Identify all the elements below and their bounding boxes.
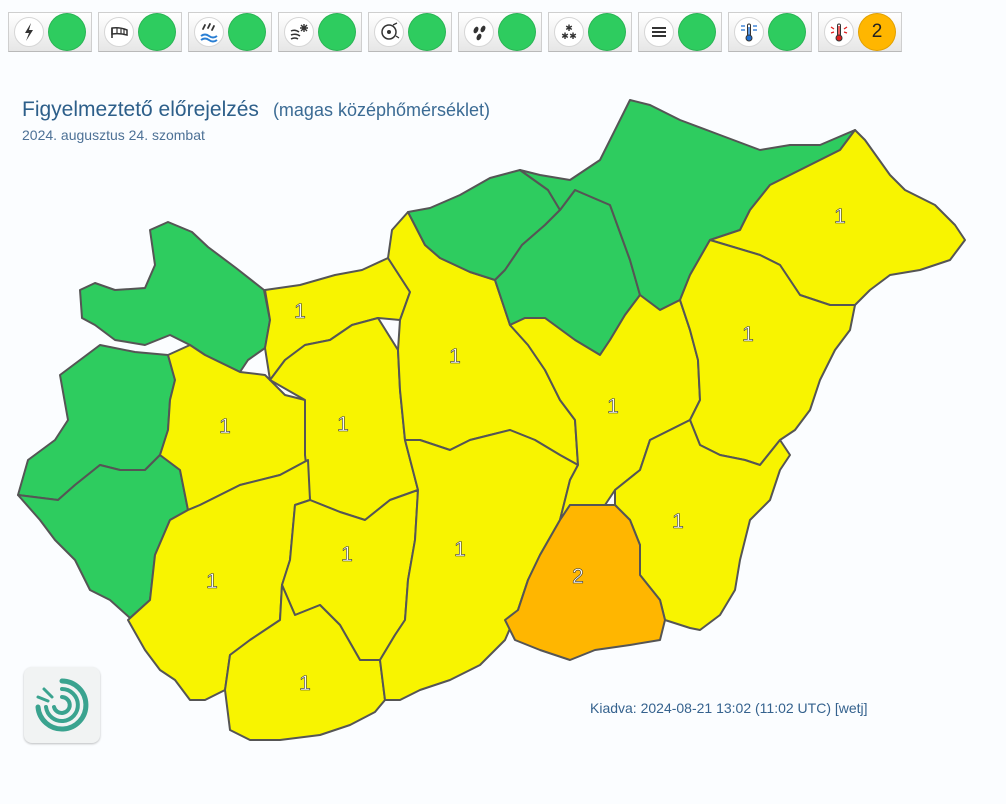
county-warning-level-bacs-kiskun: 1 [454, 538, 466, 561]
warning-map: 1 1 1 1 1 1 1 1 1 1 1 1 2 [17, 99, 966, 741]
county-warning-level-komarom-esztergom: 1 [294, 300, 306, 323]
county-warning-level-jasz-nagykun-szolnok: 1 [607, 395, 619, 418]
county-warning-level-szabolcs-szatmar-bereg: 1 [834, 205, 846, 228]
county-warning-level-tolna: 1 [341, 543, 353, 566]
met-service-logo[interactable] [24, 667, 100, 743]
county-warning-level-baranya: 1 [299, 672, 311, 695]
issued-timestamp: Kiadva: 2024-08-21 13:02 (11:02 UTC) [we… [590, 700, 868, 716]
county-warning-level-somogy: 1 [206, 570, 218, 593]
county-warning-level-pest: 1 [449, 345, 461, 368]
swirl-logo-icon [35, 678, 89, 732]
county-warning-level-csongrad-csanad: 2 [572, 565, 584, 588]
county-warning-level-fejer: 1 [337, 413, 349, 436]
county-warning-level-hajdu-bihar: 1 [742, 323, 754, 346]
county-warning-level-veszprem: 1 [219, 415, 231, 438]
county-warning-level-bekes: 1 [672, 510, 684, 533]
